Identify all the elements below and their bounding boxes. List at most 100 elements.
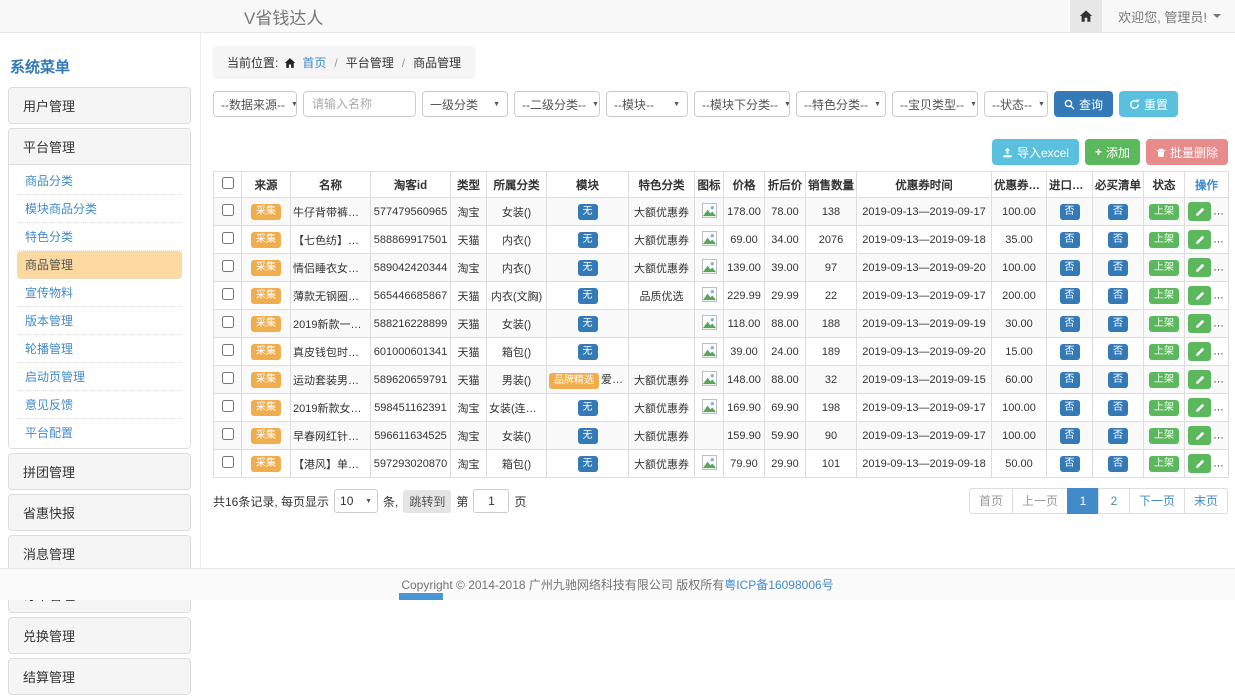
coupon-amount: 100.00 (992, 422, 1047, 450)
module-cell: 无 (547, 450, 629, 478)
status-badge[interactable]: 上架 (1149, 400, 1179, 416)
name-search-input[interactable] (303, 91, 416, 117)
user-menu[interactable]: 欢迎您, 管理员! (1102, 7, 1235, 26)
status-badge[interactable]: 上架 (1149, 372, 1179, 388)
sidebar-item-message-mgmt[interactable]: 消息管理 (8, 535, 191, 572)
sidebar-item-user-mgmt[interactable]: 用户管理 (8, 87, 191, 124)
page-number-input[interactable] (473, 489, 509, 513)
sidebar-item-goods-category[interactable]: 商品分类 (17, 167, 182, 195)
must-buy-badge[interactable]: 否 (1108, 400, 1128, 416)
edit-button[interactable] (1188, 454, 1211, 473)
sidebar-item-settlement-mgmt[interactable]: 结算管理 (8, 658, 191, 695)
item-type-select[interactable]: --宝贝类型-- (892, 91, 978, 117)
must-buy-badge[interactable]: 否 (1108, 232, 1128, 248)
row-checkbox[interactable] (222, 232, 234, 244)
edit-button[interactable] (1188, 286, 1211, 305)
add-button[interactable]: + 添加 (1085, 139, 1140, 165)
sidebar-item-module-goods-category[interactable]: 模块商品分类 (17, 195, 182, 223)
import-select-badge[interactable]: 否 (1060, 288, 1080, 304)
must-buy-badge[interactable]: 否 (1108, 316, 1128, 332)
status-badge[interactable]: 上架 (1149, 316, 1179, 332)
row-checkbox[interactable] (222, 428, 234, 440)
level2-category-select[interactable]: --二级分类-- (514, 91, 600, 117)
row-checkbox[interactable] (222, 204, 234, 216)
sidebar-item-goods-mgmt[interactable]: 商品管理 (17, 251, 182, 279)
product-type: 淘宝 (451, 450, 487, 478)
import-select-badge[interactable]: 否 (1060, 344, 1080, 360)
must-buy-badge[interactable]: 否 (1108, 260, 1128, 276)
edit-button[interactable] (1188, 202, 1211, 221)
import-select-badge[interactable]: 否 (1060, 232, 1080, 248)
row-checkbox[interactable] (222, 316, 234, 328)
product-category: 女装() (487, 310, 547, 338)
status-badge[interactable]: 上架 (1149, 260, 1179, 276)
import-select-badge[interactable]: 否 (1060, 400, 1080, 416)
import-select-badge[interactable]: 否 (1060, 316, 1080, 332)
status-badge[interactable]: 上架 (1149, 344, 1179, 360)
status-badge[interactable]: 上架 (1149, 456, 1179, 472)
import-select-badge[interactable]: 否 (1060, 204, 1080, 220)
sidebar-item-carousel-mgmt[interactable]: 轮播管理 (17, 335, 182, 363)
search-button[interactable]: 查询 (1054, 91, 1113, 117)
home-button[interactable] (1070, 0, 1102, 32)
sidebar-item-promo-material[interactable]: 宣传物料 (17, 279, 182, 307)
batch-delete-button[interactable]: 批量删除 (1146, 139, 1228, 165)
row-checkbox[interactable] (222, 456, 234, 468)
sidebar-item-saving-news[interactable]: 省惠快报 (8, 494, 191, 531)
module-select[interactable]: --模块-- (606, 91, 688, 117)
status-badge[interactable]: 上架 (1149, 204, 1179, 220)
pager-page-1[interactable]: 1 (1067, 488, 1099, 514)
edit-button[interactable] (1188, 398, 1211, 417)
pager-page-2[interactable]: 2 (1098, 488, 1130, 514)
icp-link[interactable]: 粤ICP备16098006号 (724, 576, 833, 593)
sidebar-item-version-mgmt[interactable]: 版本管理 (17, 307, 182, 335)
must-buy-badge[interactable]: 否 (1108, 456, 1128, 472)
import-select-badge[interactable]: 否 (1060, 456, 1080, 472)
sidebar-item-feature-category[interactable]: 特色分类 (17, 223, 182, 251)
row-checkbox[interactable] (222, 260, 234, 272)
sidebar-item-platform-config[interactable]: 平台配置 (17, 419, 182, 446)
row-checkbox[interactable] (222, 344, 234, 356)
edit-button[interactable] (1188, 370, 1211, 389)
must-buy-badge[interactable]: 否 (1108, 372, 1128, 388)
import-excel-button[interactable]: 导入excel (992, 139, 1079, 165)
sidebar-item-exchange-mgmt[interactable]: 兑换管理 (8, 617, 191, 654)
edit-button[interactable] (1188, 342, 1211, 361)
must-buy-badge[interactable]: 否 (1108, 428, 1128, 444)
pager-prev[interactable]: 上一页 (1012, 488, 1068, 514)
sidebar-item-splash-mgmt[interactable]: 启动页管理 (17, 363, 182, 391)
breadcrumb-home-link[interactable]: 首页 (302, 54, 326, 71)
import-select-badge[interactable]: 否 (1060, 372, 1080, 388)
pager-last[interactable]: 末页 (1184, 488, 1228, 514)
sidebar-item-feedback[interactable]: 意见反馈 (17, 391, 182, 419)
edit-button[interactable] (1188, 258, 1211, 277)
edit-button[interactable] (1188, 314, 1211, 333)
pager-first[interactable]: 首页 (969, 488, 1013, 514)
module-sub-category-select[interactable]: --模块下分类-- (694, 91, 790, 117)
pager-next[interactable]: 下一页 (1129, 488, 1185, 514)
row-checkbox[interactable] (222, 372, 234, 384)
row-checkbox[interactable] (222, 400, 234, 412)
status-badge[interactable]: 上架 (1149, 288, 1179, 304)
must-buy-badge[interactable]: 否 (1108, 344, 1128, 360)
reset-button[interactable]: 重置 (1119, 91, 1178, 117)
status-select[interactable]: --状态-- (984, 91, 1048, 117)
feature-category-select[interactable]: --特色分类-- (796, 91, 886, 117)
row-checkbox[interactable] (222, 288, 234, 300)
edit-button[interactable] (1188, 426, 1211, 445)
per-page-select[interactable]: 10 (334, 489, 378, 513)
edit-button[interactable] (1188, 230, 1211, 249)
level1-category-select[interactable]: 一级分类 (422, 91, 508, 117)
status-badge[interactable]: 上架 (1149, 232, 1179, 248)
must-buy-badge[interactable]: 否 (1108, 288, 1128, 304)
discount-price: 59.90 (765, 422, 806, 450)
sidebar-item-platform-mgmt[interactable]: 平台管理 (9, 129, 190, 165)
import-select-badge[interactable]: 否 (1060, 428, 1080, 444)
sidebar-item-group-buy-mgmt[interactable]: 拼团管理 (8, 453, 191, 490)
must-buy-badge[interactable]: 否 (1108, 204, 1128, 220)
jump-to-button[interactable]: 跳转到 (403, 490, 451, 513)
select-all-checkbox[interactable] (222, 177, 234, 189)
data-source-select[interactable]: --数据来源-- (213, 91, 297, 117)
status-badge[interactable]: 上架 (1149, 428, 1179, 444)
import-select-badge[interactable]: 否 (1060, 260, 1080, 276)
